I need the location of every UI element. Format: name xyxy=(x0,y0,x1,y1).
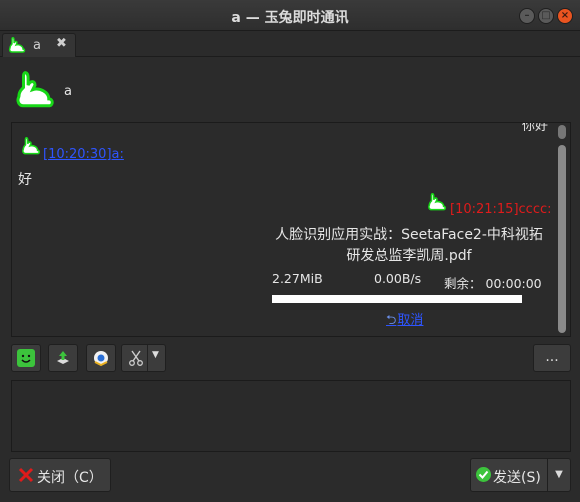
maximize-button[interactable]: □ xyxy=(538,8,554,24)
remaining-value: 00:00:00 xyxy=(485,276,542,291)
contact-avatar xyxy=(16,71,54,108)
remaining-label: 剩余： xyxy=(444,276,482,291)
transfer-speed: 0.00B/s xyxy=(374,271,422,286)
outgoing-message-header: [10:21:15]cccc: xyxy=(450,202,552,217)
scrollbar-up[interactable] xyxy=(558,125,566,139)
screenshot-button[interactable] xyxy=(86,344,116,372)
more-button[interactable]: ... xyxy=(533,344,571,372)
cancel-label: 取消 xyxy=(397,313,424,328)
title-bar: a — 玉兔即时通讯 – □ × xyxy=(0,0,580,31)
tab-label: a xyxy=(33,38,41,53)
message-input[interactable] xyxy=(11,380,571,452)
rabbit-icon xyxy=(428,193,447,211)
send-file-icon xyxy=(54,349,72,367)
incoming-message-body: 好 xyxy=(18,172,32,188)
transfer-progress-bar xyxy=(272,295,522,303)
chat-scrollbar[interactable] xyxy=(557,125,567,333)
chevron-down-icon[interactable]: ▼ xyxy=(152,350,159,360)
emoji-icon xyxy=(17,349,35,367)
cancel-transfer-link[interactable]: ⮌取消 xyxy=(386,309,423,333)
rabbit-icon xyxy=(8,37,26,53)
close-icon xyxy=(18,467,34,483)
file-name: 人脸识别应用实战：SeetaFace2-中科视拓研发总监李凯周.pdf xyxy=(275,227,543,264)
cut-tool-button[interactable]: ▼ xyxy=(121,344,166,372)
emoji-button[interactable] xyxy=(11,344,41,372)
send-button[interactable]: 发送(S) xyxy=(470,458,548,492)
scrollbar-thumb[interactable] xyxy=(558,145,566,333)
window-title: a — 玉兔即时通讯 xyxy=(231,10,349,26)
tab-bar: a ✖ xyxy=(0,31,580,57)
tab-chat-a[interactable]: a ✖ xyxy=(2,33,76,57)
remaining-time: 剩余： 00:00:00 xyxy=(444,273,542,292)
split-divider xyxy=(147,345,148,371)
undo-icon: ⮌ xyxy=(386,313,397,328)
minimize-button[interactable]: – xyxy=(519,8,535,24)
close-label: 关闭（C） xyxy=(37,470,103,486)
screenshot-icon xyxy=(92,349,110,367)
send-options-button[interactable]: ▼ xyxy=(548,458,571,492)
clipped-message: 你好 xyxy=(521,122,548,134)
close-button[interactable]: 关闭（C） xyxy=(9,458,111,492)
tab-close-icon[interactable]: ✖ xyxy=(56,36,67,51)
chat-history[interactable]: 你好 [10:20:30]a: 好 [10:21:15]cccc: 人脸识别应用… xyxy=(11,122,571,337)
contact-name: a xyxy=(64,84,72,99)
send-file-button[interactable] xyxy=(48,344,78,372)
send-label: 发送(S) xyxy=(493,470,541,486)
rabbit-icon xyxy=(22,137,41,155)
progress-fill xyxy=(272,295,522,303)
check-icon xyxy=(476,467,491,482)
incoming-message-header[interactable]: [10:20:30]a: xyxy=(43,147,124,162)
close-window-button[interactable]: × xyxy=(557,8,573,24)
scissors-icon xyxy=(127,349,145,367)
file-size: 2.27MiB xyxy=(272,271,323,286)
